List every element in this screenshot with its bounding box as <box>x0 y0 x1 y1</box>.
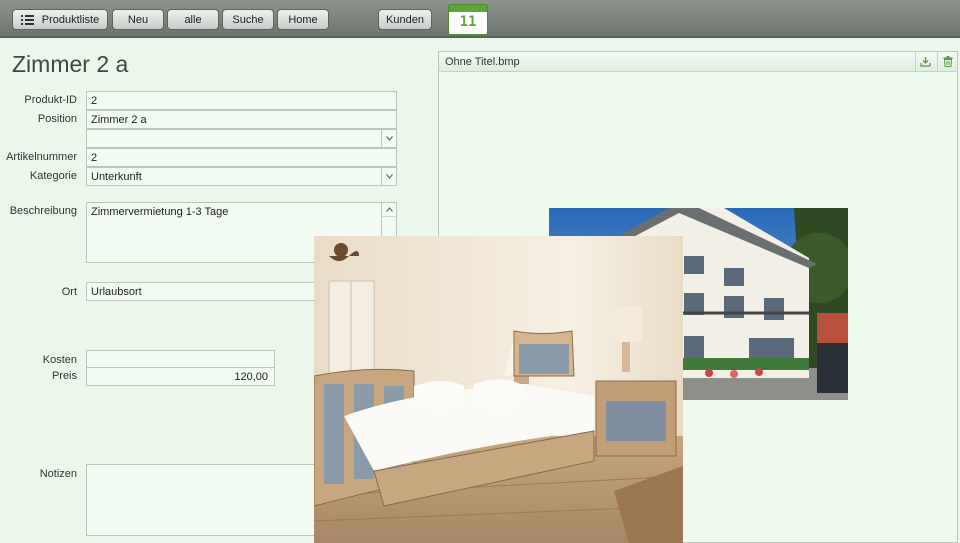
chevron-up-icon[interactable] <box>382 203 396 217</box>
image-panel-header: Ohne Titel.bmp <box>439 52 957 72</box>
kategorie-select[interactable]: Unterkunft <box>86 167 397 186</box>
produktliste-button[interactable]: Produktliste <box>12 9 108 30</box>
page-title: Zimmer 2 a <box>12 51 129 77</box>
position-label: Position <box>37 113 77 125</box>
position-field[interactable]: Zimmer 2 a <box>86 110 397 129</box>
kosten-label: Kosten <box>42 354 77 366</box>
preis-label: Preis <box>51 370 77 382</box>
image-filename: Ohne Titel.bmp <box>445 56 520 68</box>
neu-button[interactable]: Neu <box>112 9 164 30</box>
position-dropdown[interactable] <box>86 129 397 148</box>
trash-icon[interactable] <box>937 52 957 71</box>
ort-label: Ort <box>61 286 77 298</box>
alle-button[interactable]: alle <box>167 9 219 30</box>
kunden-button[interactable]: Kunden <box>378 9 432 30</box>
home-button[interactable]: Home <box>277 9 329 30</box>
preis-field[interactable]: 120,00 <box>86 367 275 386</box>
artikelnummer-field[interactable]: 2 <box>86 148 397 167</box>
bedroom-photo <box>314 236 683 543</box>
calendar-icon[interactable]: 11 <box>448 4 488 35</box>
produkt-id-field[interactable]: 2 <box>86 91 397 110</box>
calendar-day: 11 <box>459 14 477 30</box>
produkt-id-label: Produkt-ID <box>24 94 77 106</box>
notizen-label: Notizen <box>39 468 77 480</box>
export-icon[interactable] <box>915 52 935 71</box>
artikelnummer-label: Artikelnummer <box>6 151 77 163</box>
toolbar: Produktliste Neu alle Suche Home Kunden … <box>0 0 960 38</box>
kategorie-label: Kategorie <box>29 170 77 182</box>
chevron-down-icon[interactable] <box>381 130 396 147</box>
list-icon <box>20 14 34 25</box>
chevron-down-icon[interactable] <box>381 168 396 185</box>
suche-button[interactable]: Suche <box>222 9 274 30</box>
beschreibung-value: Zimmervermietung 1-3 Tage <box>91 206 229 218</box>
produktliste-label: Produktliste <box>41 13 100 26</box>
kategorie-value: Unterkunft <box>91 171 142 183</box>
beschreibung-label: Beschreibung <box>9 205 77 217</box>
